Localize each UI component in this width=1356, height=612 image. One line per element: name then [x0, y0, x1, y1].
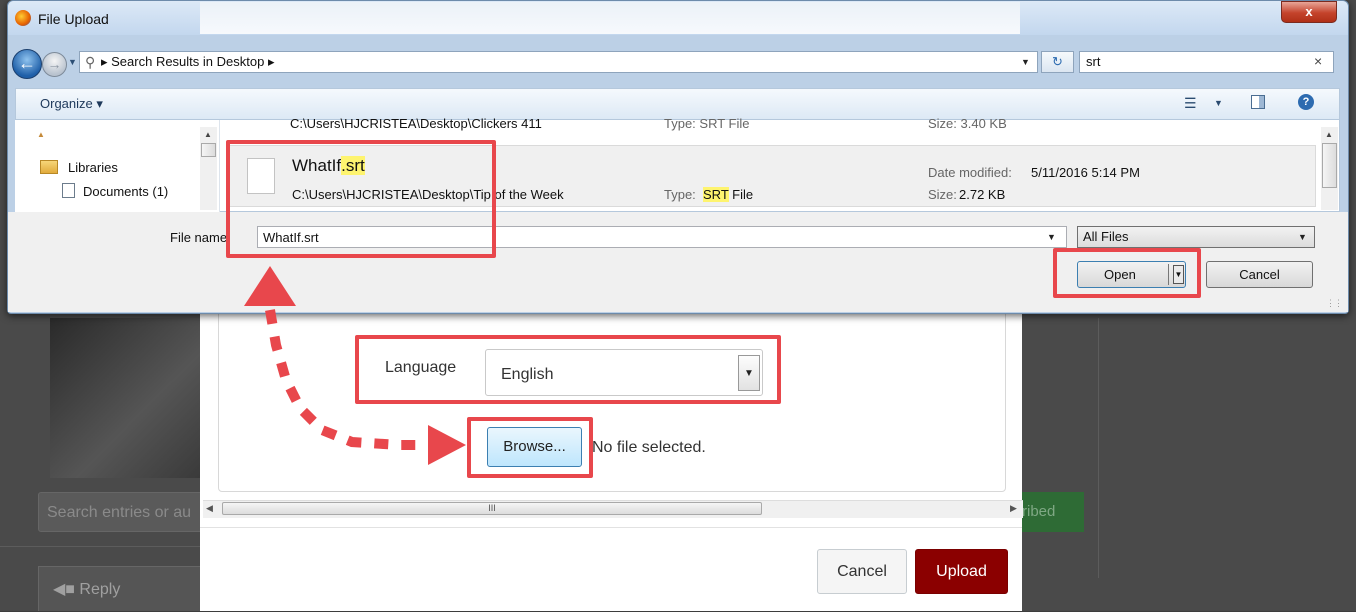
scroll-left-icon[interactable]: ◀ [206, 503, 213, 514]
dialog-cancel-button[interactable]: Cancel [1206, 261, 1313, 288]
dialog-title: File Upload [38, 11, 109, 27]
divider [200, 527, 1022, 528]
divider [0, 546, 200, 547]
file-name-chevron-icon[interactable]: ▼ [1047, 232, 1056, 242]
file-size-value: 2.72 KB [959, 187, 1006, 202]
callout-box-browse [467, 417, 593, 478]
nav-item-libraries[interactable]: Libraries [68, 160, 118, 175]
organize-menu[interactable]: Organize ▾ [40, 96, 103, 112]
upload-button[interactable]: Upload [915, 549, 1008, 594]
date-modified-label: Date modified: [928, 165, 1012, 180]
search-value: srt [1086, 54, 1101, 69]
filter-value: All Files [1083, 229, 1129, 244]
documents-icon [62, 183, 75, 198]
scrollbar-thumb[interactable] [1322, 143, 1337, 188]
view-options-icon[interactable]: ☰ [1184, 95, 1197, 112]
chevron-down-icon[interactable]: ▼ [1298, 232, 1307, 242]
divider [1098, 318, 1099, 578]
breadcrumb-label: Search Results in Desktop [111, 54, 265, 69]
help-icon[interactable]: ? [1298, 94, 1314, 110]
clear-search-icon[interactable]: × [1314, 53, 1322, 69]
file-size-label: Size: [928, 187, 957, 202]
breadcrumb[interactable]: ▸ Search Results in Desktop ▸ [101, 54, 274, 70]
no-file-selected-text: No file selected. [592, 439, 706, 456]
video-thumbnail [50, 318, 200, 478]
breadcrumb-chevron-icon: ▸ [264, 54, 275, 69]
recent-pages-chevron-icon[interactable]: ▼ [68, 57, 77, 67]
scrollbar-thumb[interactable] [201, 143, 216, 157]
scrollbar-thumb[interactable]: III [222, 502, 762, 515]
nav-item-documents[interactable]: Documents (1) [83, 184, 168, 199]
file-type-ext: SRT [703, 187, 729, 202]
scroll-up-icon[interactable]: ▲ [1325, 130, 1333, 139]
back-arrow-icon[interactable]: ← [12, 49, 42, 79]
preview-pane-icon[interactable] [1251, 95, 1265, 109]
date-modified-value: 5/11/2016 5:14 PM [1031, 165, 1140, 180]
search-entries-input[interactable]: Search entries or au [38, 492, 203, 532]
file-type: Type: SRT File [664, 116, 750, 131]
reply-button[interactable]: ◀■ Reply [38, 566, 204, 611]
favorites-star-icon: ▲ [37, 130, 45, 139]
firefox-icon [15, 10, 31, 26]
reply-label: Reply [79, 581, 121, 598]
file-type-label: Type: [664, 187, 696, 202]
address-history-chevron-icon[interactable]: ▼ [1021, 57, 1030, 67]
breadcrumb-chevron-icon: ▸ [101, 54, 112, 69]
scroll-right-icon[interactable]: ▶ [1010, 503, 1017, 514]
file-path: C:\Users\HJCRISTEA\Desktop\Clickers 411 [290, 116, 542, 131]
search-input[interactable] [1079, 51, 1334, 73]
search-icon: ⚲ [85, 54, 96, 70]
cancel-button[interactable]: Cancel [817, 549, 907, 594]
subscribed-button[interactable]: ribed [1020, 492, 1084, 532]
titlebar-glass [200, 2, 1020, 34]
file-type-rest: File [728, 187, 754, 202]
file-name-label: File name: [170, 230, 231, 245]
callout-box-language [355, 335, 781, 404]
file-size: Size: 3.40 KB [928, 116, 1007, 131]
callout-box-open [1053, 248, 1201, 298]
scroll-up-icon[interactable]: ▲ [204, 130, 212, 139]
callout-box-file-name [226, 140, 496, 258]
nav-vertical-scrollbar[interactable] [200, 127, 217, 210]
close-button[interactable]: x [1281, 1, 1337, 23]
reply-arrow-icon: ◀■ [53, 581, 80, 598]
view-chevron-icon[interactable]: ▼ [1214, 98, 1223, 108]
refresh-icon[interactable]: ↻ [1041, 51, 1074, 73]
forward-arrow-icon[interactable]: → [42, 52, 67, 77]
resize-grip-icon[interactable]: ⋮⋮ [1326, 298, 1343, 309]
file-type-value: SRT File [703, 187, 753, 202]
libraries-folder-icon [40, 160, 58, 174]
